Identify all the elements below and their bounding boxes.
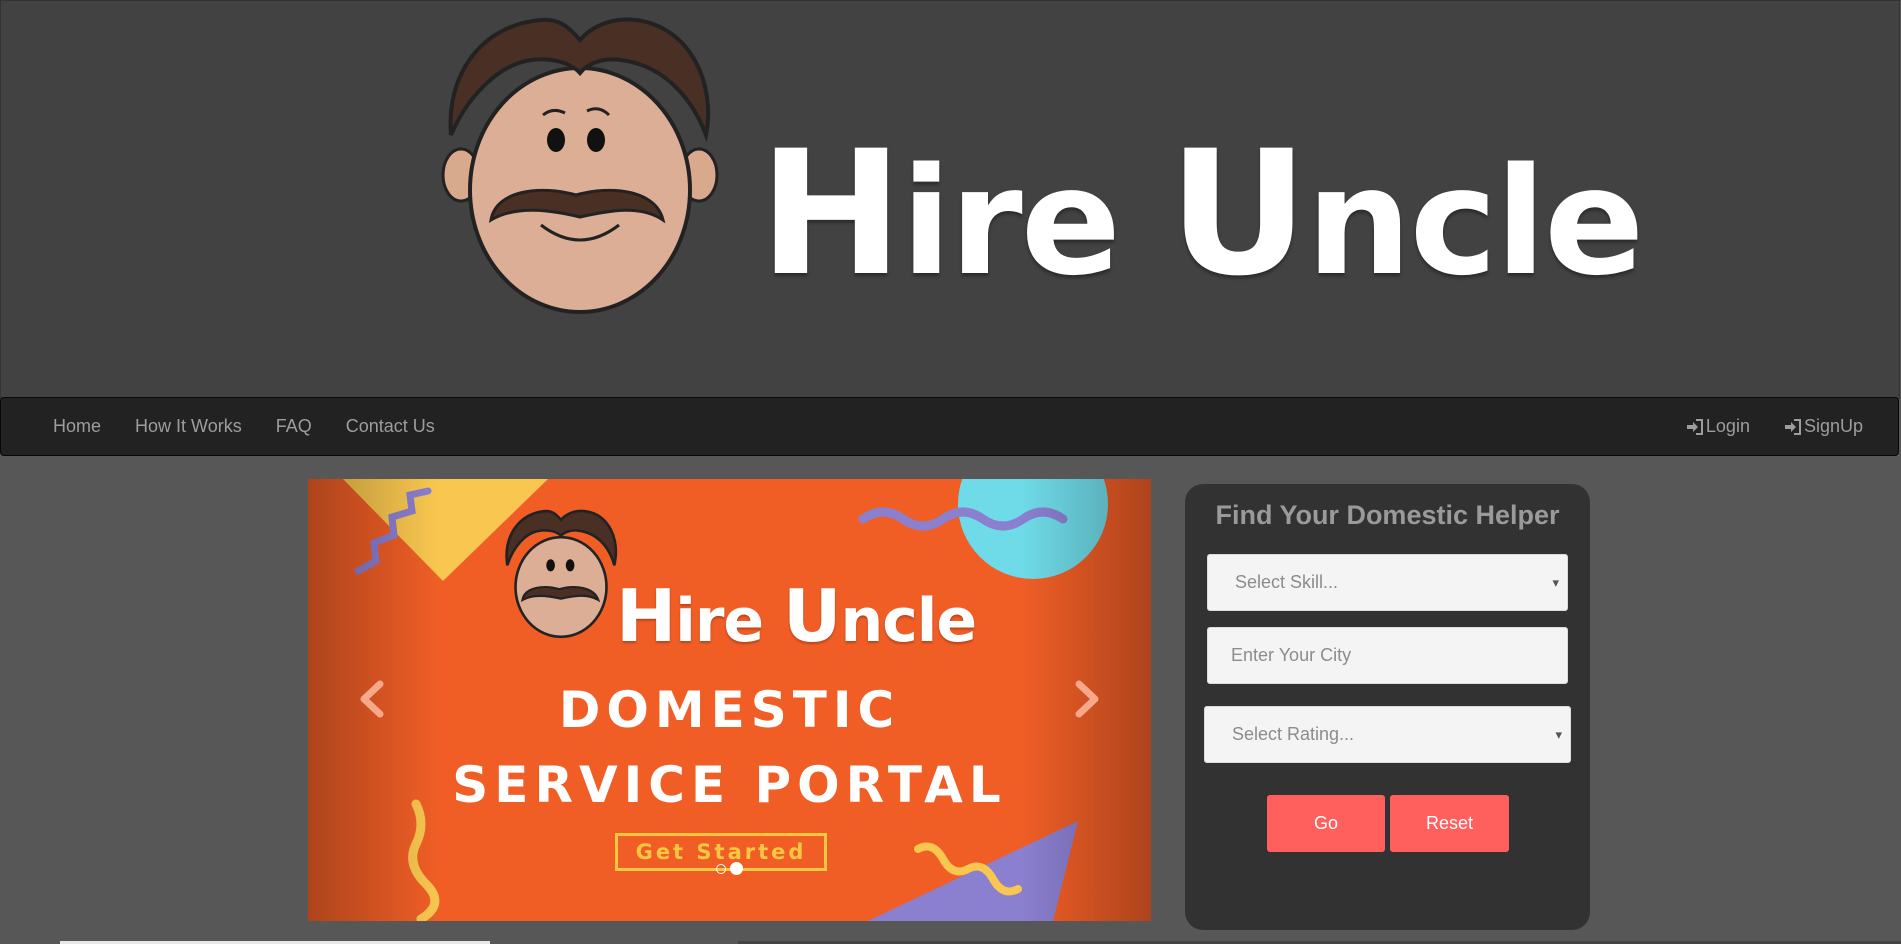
hero-carousel[interactable]: Hire Uncle DOMESTIC SERVICE PORTAL Get S… — [308, 479, 1151, 921]
brand-initial-h: H — [759, 113, 903, 314]
carousel-indicator-2[interactable] — [730, 862, 743, 875]
nav-how-it-works-link[interactable]: How It Works — [118, 416, 259, 437]
carousel-indicator-1[interactable] — [716, 863, 726, 874]
nav-login-link[interactable]: Login — [1669, 416, 1767, 437]
nav-home-link[interactable]: Home — [36, 416, 118, 437]
helper-search-panel: Find Your Domestic Helper Select Skill..… — [1185, 484, 1590, 930]
login-label: Login — [1705, 416, 1750, 436]
login-icon — [1686, 418, 1703, 435]
rating-select[interactable]: Select Rating... ▾ — [1204, 706, 1571, 763]
nav-faq-link[interactable]: FAQ — [259, 416, 329, 437]
signup-label: SignUp — [1803, 416, 1863, 436]
login-icon — [1784, 418, 1801, 435]
brand-initial-u: U — [1168, 113, 1309, 314]
slide-brand-initial-h: H — [616, 574, 676, 658]
slide-headline-line1: DOMESTIC — [558, 681, 901, 739]
rating-select-placeholder: Select Rating... — [1232, 724, 1355, 744]
brand-wordmark: Hire Uncle — [759, 128, 1644, 308]
header-banner: Hire Uncle — [0, 0, 1900, 399]
nav-left-group: Home How It Works FAQ Contact Us — [36, 398, 452, 455]
reset-button[interactable]: Reset — [1390, 795, 1509, 852]
city-input-placeholder: Enter Your City — [1231, 645, 1352, 665]
skill-select-placeholder: Select Skill... — [1235, 572, 1339, 592]
carousel-prev-button[interactable] — [336, 664, 406, 734]
slide-headline-line2: SERVICE PORTAL — [452, 756, 1007, 814]
skill-select[interactable]: Select Skill... ▾ — [1207, 554, 1568, 611]
chevron-down-icon: ▾ — [1555, 726, 1562, 742]
go-button[interactable]: Go — [1267, 795, 1385, 852]
slide-brand-text: Hire Uncle — [616, 574, 977, 658]
city-input[interactable]: Enter Your City — [1207, 627, 1568, 684]
uncle-face-logo-icon — [441, 17, 719, 314]
main-navbar: Home How It Works FAQ Contact Us Login S… — [0, 397, 1899, 456]
brand-word-part1: ire — [900, 136, 1169, 308]
nav-right-group: Login SignUp — [1669, 398, 1880, 455]
slide-brand-part1: ire — [675, 586, 784, 656]
brand-word-part2: ncle — [1306, 136, 1644, 308]
chevron-down-icon: ▾ — [1552, 574, 1559, 590]
slide-brand-initial-u: U — [783, 574, 841, 658]
search-panel-title: Find Your Domestic Helper — [1215, 500, 1560, 530]
chevron-right-icon — [1075, 680, 1099, 718]
nav-signup-link[interactable]: SignUp — [1767, 416, 1880, 437]
uncle-face-icon — [505, 509, 617, 639]
carousel-indicators — [308, 862, 1151, 875]
carousel-next-button[interactable] — [1053, 664, 1123, 734]
nav-contact-us-link[interactable]: Contact Us — [329, 416, 452, 437]
chevron-left-icon — [360, 680, 384, 718]
slide-brand-part2: ncle — [840, 586, 977, 656]
